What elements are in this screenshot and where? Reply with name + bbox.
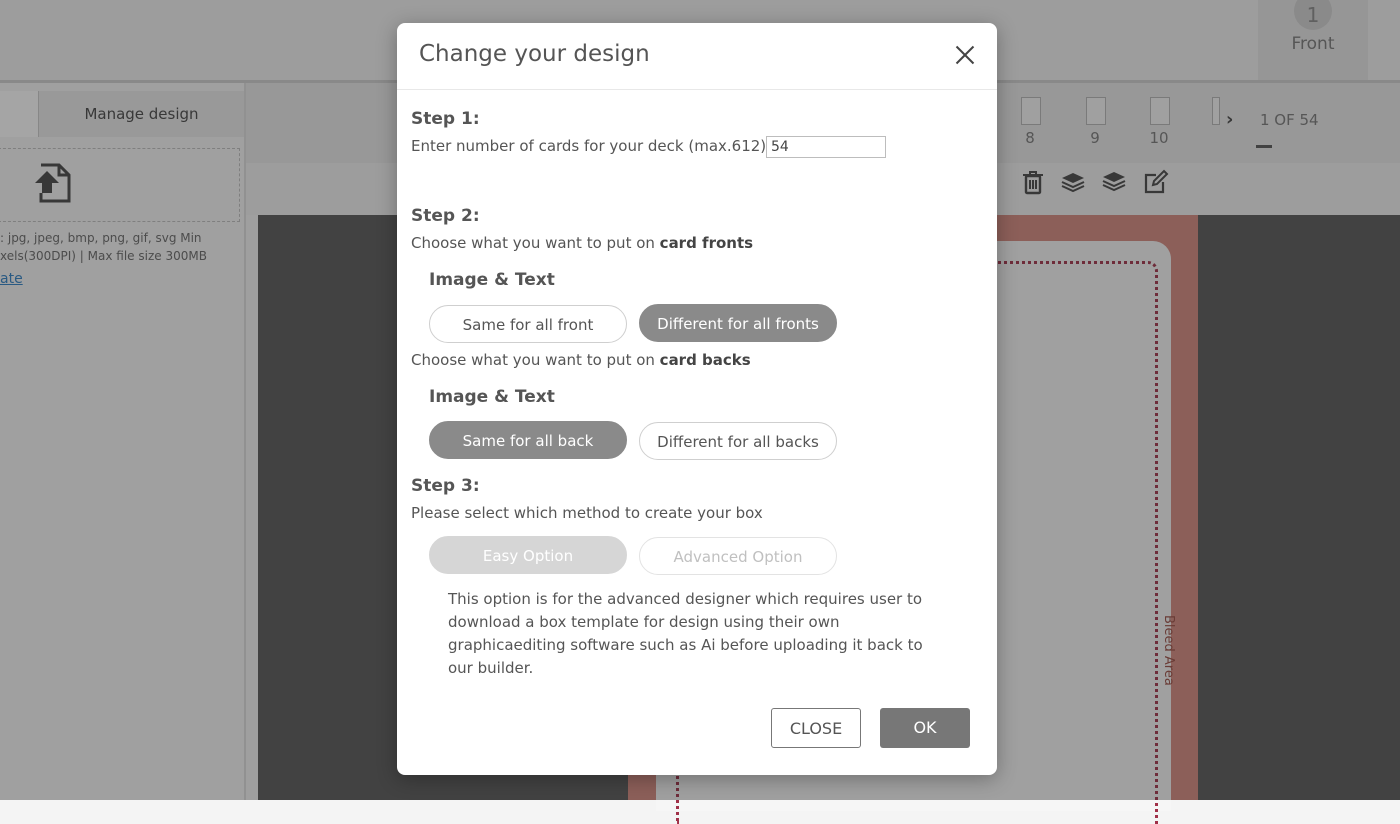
card-count-input[interactable] — [766, 136, 886, 158]
fronts-instruction: Choose what you want to put on card fron… — [411, 234, 753, 252]
dialog-divider — [397, 89, 997, 90]
step1-label: Enter number of cards for your deck (max… — [411, 137, 767, 155]
backs-instruction: Choose what you want to put on card back… — [411, 351, 751, 369]
change-design-dialog: Change your design Step 1: Enter number … — [397, 23, 997, 775]
easy-option-button[interactable]: Easy Option — [429, 536, 627, 574]
fronts-prefix: Choose what you want to put on — [411, 234, 660, 252]
ok-button[interactable]: OK — [880, 708, 970, 748]
close-button[interactable]: CLOSE — [771, 708, 861, 748]
backs-bold: card backs — [659, 351, 751, 369]
step3-heading: Step 3: — [411, 476, 480, 496]
step3-label: Please select which method to create you… — [411, 504, 763, 522]
backs-subheading: Image & Text — [429, 387, 555, 407]
step1-heading: Step 1: — [411, 109, 480, 129]
fronts-bold: card fronts — [659, 234, 754, 252]
different-for-all-backs-button[interactable]: Different for all backs — [639, 422, 837, 460]
advanced-option-description: This option is for the advanced designer… — [448, 590, 923, 677]
fronts-subheading: Image & Text — [429, 270, 555, 290]
close-icon[interactable] — [953, 43, 977, 67]
backs-prefix: Choose what you want to put on — [411, 351, 660, 369]
dialog-title: Change your design — [419, 41, 650, 67]
different-for-all-fronts-button[interactable]: Different for all fronts — [639, 304, 837, 342]
step2-heading: Step 2: — [411, 206, 480, 226]
advanced-option-button[interactable]: Advanced Option — [639, 537, 837, 575]
same-for-all-back-button[interactable]: Same for all back — [429, 421, 627, 459]
same-for-all-front-button[interactable]: Same for all front — [429, 305, 627, 343]
